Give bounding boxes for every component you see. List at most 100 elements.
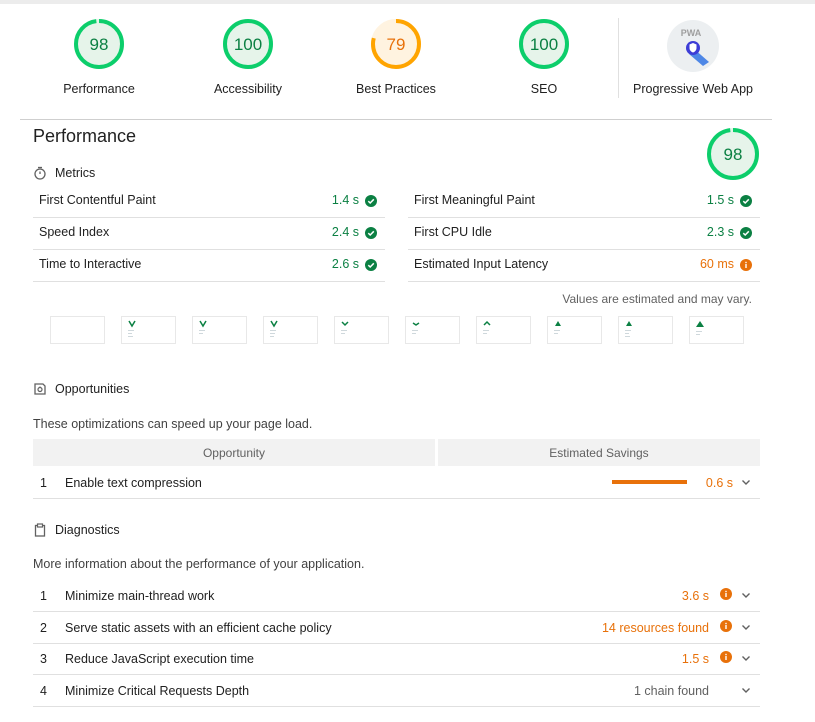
row-title: Serve static assets with an efficient ca… (65, 621, 332, 635)
row-value: 14 resources found (601, 621, 709, 635)
gauge-score: 98 (724, 145, 743, 164)
check-icon (365, 259, 377, 271)
row-number: 2 (40, 621, 47, 635)
opportunity-icon (34, 383, 46, 395)
row-number: 1 (40, 589, 47, 603)
info-icon (720, 588, 732, 600)
frame-preview (341, 321, 349, 334)
metric-value: 2.4 s (331, 225, 359, 239)
savings-bar (612, 480, 687, 484)
clipboard-icon (34, 523, 46, 537)
opportunity-row-text-compression[interactable]: 1 Enable text compression 0.6 s (33, 467, 760, 499)
chevron-down-icon[interactable] (740, 476, 752, 488)
gauge-seo[interactable]: 100 SEO (484, 18, 604, 96)
opportunities-heading-label: Opportunities (55, 382, 130, 396)
metric-name: Speed Index (39, 225, 110, 239)
chevron-down-icon[interactable] (740, 652, 752, 664)
header-divider (20, 119, 772, 120)
filmstrip-frame[interactable] (689, 316, 744, 344)
filmstrip-frame[interactable] (476, 316, 531, 344)
metric-name: Time to Interactive (39, 257, 142, 271)
gauge-score: 98 (90, 35, 109, 54)
filmstrip-frame[interactable] (618, 316, 673, 344)
gauge-performance[interactable]: 98 Performance (39, 18, 159, 96)
gauge-ring: 98 (707, 128, 759, 180)
row-value: 1 chain found (633, 684, 709, 698)
column-opportunity: Opportunity (33, 439, 435, 466)
row-number: 4 (40, 684, 47, 698)
filmstrip-frame[interactable] (405, 316, 460, 344)
stopwatch-icon (34, 166, 46, 180)
metric-first-cpu-idle: First CPU Idle 2.3 s (408, 217, 760, 250)
row-value: 0.6 s (705, 476, 733, 490)
chevron-down-icon[interactable] (740, 589, 752, 601)
metrics-heading: Metrics (33, 166, 95, 180)
metric-value: 2.3 s (706, 225, 734, 239)
filmstrip-frame[interactable] (192, 316, 247, 344)
gauge-best-practices[interactable]: 79 Best Practices (336, 18, 456, 96)
pwa-badge-text: PWA (681, 28, 702, 38)
frame-preview (696, 321, 704, 335)
frame-preview (554, 321, 561, 334)
diagnostic-row-cache-policy[interactable]: 2 Serve static assets with an efficient … (33, 612, 760, 644)
metric-value: 2.6 s (331, 257, 359, 271)
check-icon (740, 227, 752, 239)
metric-value: 60 ms (699, 257, 734, 271)
metric-name: First Contentful Paint (39, 193, 156, 207)
metrics-note: Values are estimated and may vary. (562, 292, 752, 306)
filmstrip-frame[interactable] (263, 316, 318, 344)
frame-preview (128, 320, 136, 337)
frame-preview (625, 321, 632, 337)
pwa-separator (618, 18, 619, 98)
opportunities-description: These optimizations can speed up your pa… (33, 417, 313, 431)
filmstrip-frame[interactable] (334, 316, 389, 344)
diagnostic-row-critical-requests[interactable]: 4 Minimize Critical Requests Depth 1 cha… (33, 675, 760, 707)
info-icon (720, 651, 732, 663)
row-value: 1.5 s (681, 652, 709, 666)
diagnostic-row-js-execution[interactable]: 3 Reduce JavaScript execution time 1.5 s (33, 643, 760, 675)
filmstrip-frame[interactable] (547, 316, 602, 344)
row-title: Reduce JavaScript execution time (65, 652, 254, 666)
row-number: 1 (40, 476, 47, 490)
section-title: Performance (33, 126, 137, 146)
metric-time-to-interactive: Time to Interactive 2.6 s (33, 249, 385, 282)
pwa-badge-icon: PWA (667, 20, 719, 72)
column-estimated-savings: Estimated Savings (438, 439, 760, 466)
gauge-ring: 79 (371, 19, 421, 69)
frame-preview (199, 320, 207, 334)
info-icon (740, 259, 752, 271)
row-title: Enable text compression (65, 476, 202, 490)
diagnostics-description: More information about the performance o… (33, 557, 365, 571)
row-value: 3.6 s (681, 589, 709, 603)
frame-preview (270, 320, 278, 337)
check-icon (740, 195, 752, 207)
performance-gauge: 98 (706, 127, 760, 186)
gauge-label: Best Practices (356, 82, 436, 96)
chevron-down-icon[interactable] (740, 684, 752, 696)
check-icon (365, 195, 377, 207)
metrics-heading-label: Metrics (55, 166, 96, 180)
diagnostic-row-main-thread[interactable]: 1 Minimize main-thread work 3.6 s (33, 580, 760, 612)
filmstrip-frame[interactable] (121, 316, 176, 344)
chevron-down-icon[interactable] (740, 621, 752, 633)
gauge-label: Accessibility (213, 82, 283, 96)
gauge-ring: 98 (74, 19, 124, 69)
gauge-ring: 100 (519, 19, 569, 69)
gauge-label: Performance (63, 82, 135, 96)
metric-estimated-input-latency: Estimated Input Latency 60 ms (408, 249, 760, 282)
metric-name: First CPU Idle (414, 225, 492, 239)
gauge-pwa[interactable]: PWA Progressive Web App (633, 18, 753, 96)
metric-value: 1.4 s (331, 193, 359, 207)
filmstrip-frame[interactable] (50, 316, 105, 344)
metric-first-meaningful-paint: First Meaningful Paint 1.5 s (408, 185, 760, 218)
gauge-score: 100 (530, 35, 558, 54)
category-gauges: 98 Performance 100 Accessibility 79 Best… (0, 0, 815, 120)
info-icon (720, 620, 732, 632)
frame-preview (483, 320, 491, 334)
opportunities-table-header: Opportunity Estimated Savings (33, 439, 760, 466)
row-number: 3 (40, 652, 47, 666)
metric-name: First Meaningful Paint (414, 193, 535, 207)
gauge-accessibility[interactable]: 100 Accessibility (188, 18, 308, 96)
diagnostics-heading-label: Diagnostics (55, 523, 120, 537)
row-title: Minimize main-thread work (65, 589, 215, 603)
